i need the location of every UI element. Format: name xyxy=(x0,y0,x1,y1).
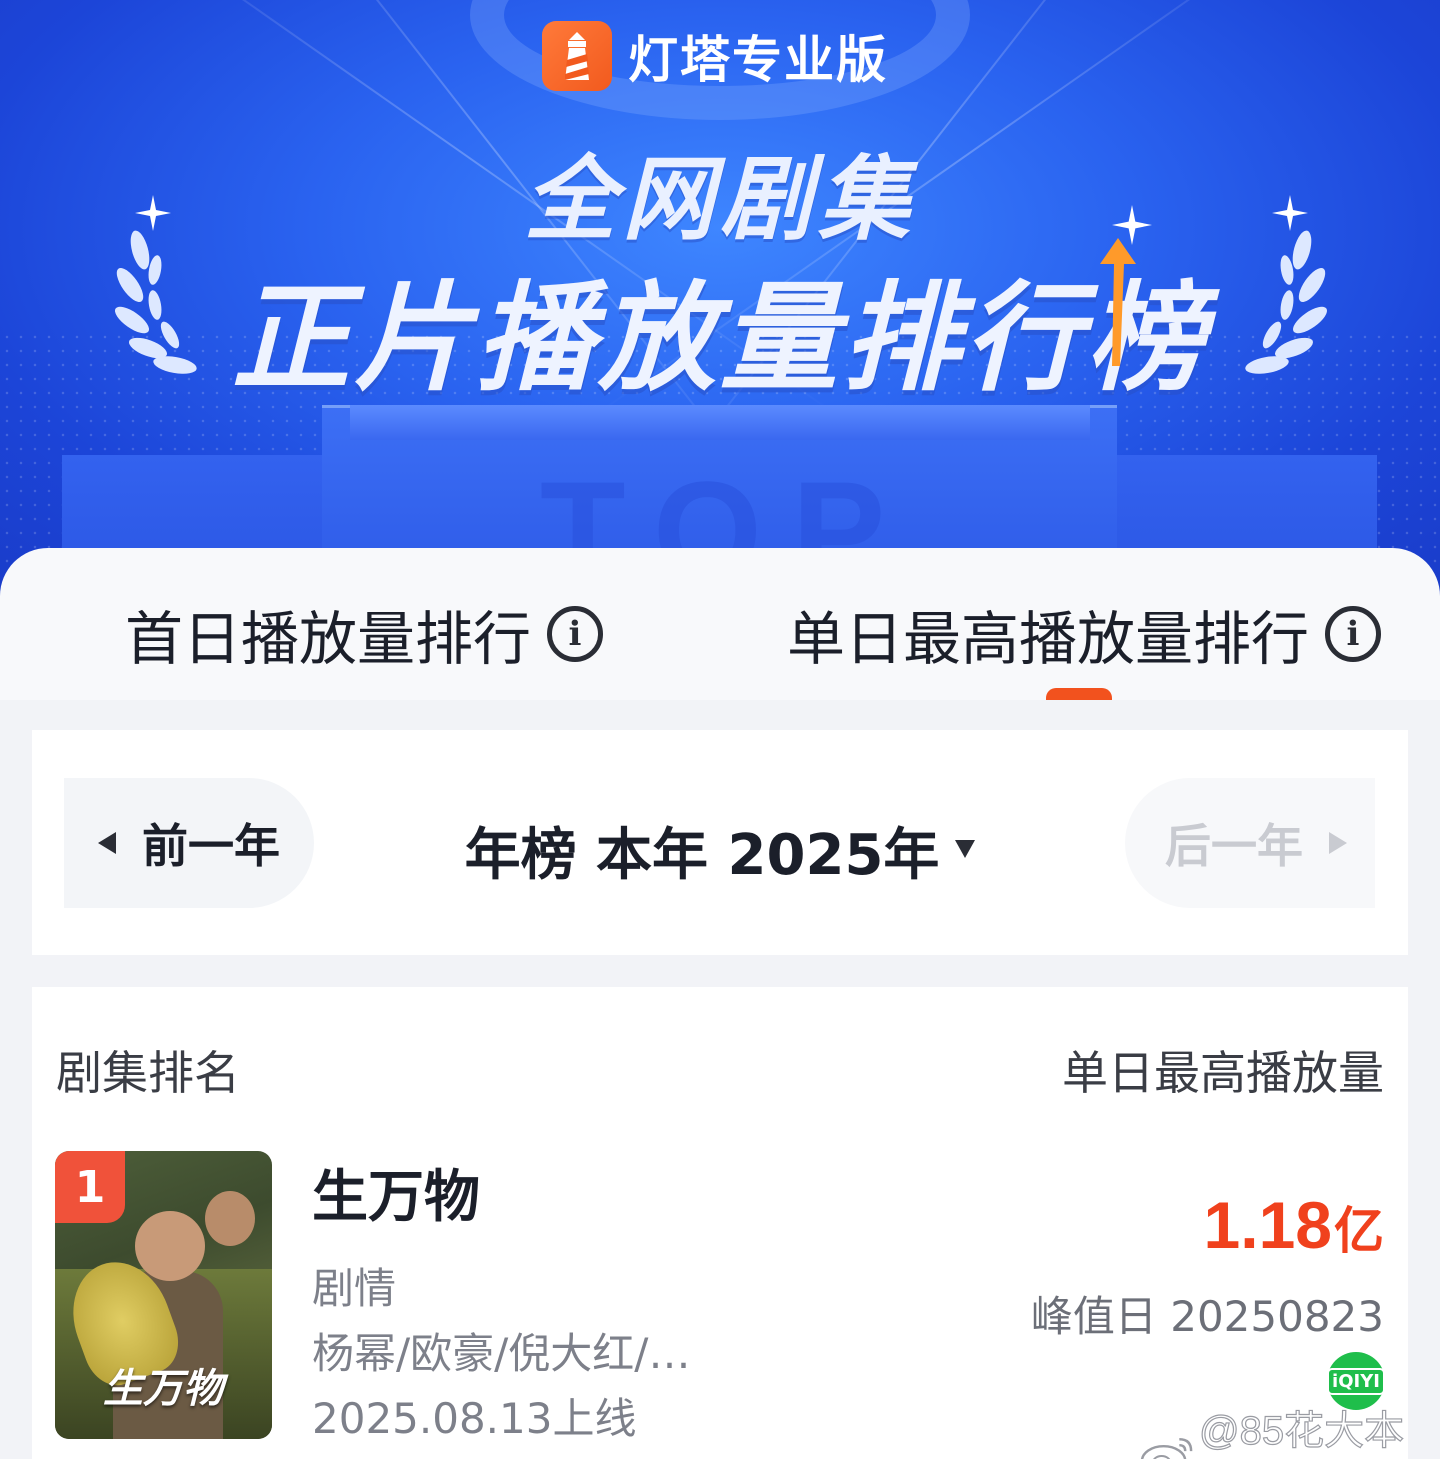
banner-title-line2: 正片播放量排行榜 xyxy=(231,269,1208,407)
show-genre: 剧情 xyxy=(312,1264,397,1313)
info-icon[interactable]: i xyxy=(1325,606,1382,662)
caret-down-icon xyxy=(955,839,976,858)
next-year-button[interactable]: 后一年 xyxy=(1125,778,1375,908)
show-cast: 杨幂/欧豪/倪大红/… xyxy=(312,1329,691,1378)
poster-title: 生万物 xyxy=(103,1366,223,1412)
app-logo: 灯塔专业版 xyxy=(542,20,888,92)
poster-figure xyxy=(205,1191,255,1246)
sparkle-icon xyxy=(135,195,171,231)
platform-badge-text: iQIYI xyxy=(1327,1367,1385,1395)
ranking-tabs: 首日播放量排行 i 单日最高播放量排行 i xyxy=(0,548,1440,700)
show-poster[interactable]: 生万物 1 xyxy=(55,1151,272,1439)
active-tab-indicator xyxy=(1046,688,1112,700)
year-selector: 前一年 年榜 本年 2025年 后一年 xyxy=(32,730,1408,955)
peak-day: 峰值日 20250823 xyxy=(1030,1292,1384,1341)
column-header-rank: 剧集排名 xyxy=(56,1046,240,1100)
tab-single-day-peak-ranking[interactable]: 单日最高播放量排行 i xyxy=(787,592,1382,676)
rank-badge: 1 xyxy=(55,1151,125,1223)
caret-right-icon xyxy=(1329,832,1347,854)
play-count-number: 1.18 xyxy=(1203,1188,1332,1262)
play-count-unit: 亿 xyxy=(1334,1202,1384,1260)
watermark-text: @85花大本营 xyxy=(1198,1408,1405,1453)
lighthouse-icon xyxy=(542,21,612,91)
sparkle-icon xyxy=(1272,195,1308,231)
watermark: @85花大本营 xyxy=(1140,1398,1440,1459)
banner-title-line1: 全网剧集 xyxy=(523,146,916,253)
app-name: 灯塔专业版 xyxy=(628,31,888,89)
ranking-banner: TOP 灯塔专业版 全网剧集 正片播放量排行榜 xyxy=(0,0,1440,600)
column-header-value: 单日最高播放量 xyxy=(1062,1046,1384,1100)
tab-label: 单日最高播放量排行 xyxy=(787,605,1310,673)
sparkle-icon xyxy=(1112,205,1152,245)
orange-arrow-icon xyxy=(1100,238,1136,366)
show-release-date: 2025.08.13上线 xyxy=(312,1394,637,1443)
next-year-label: 后一年 xyxy=(1165,819,1303,873)
info-icon[interactable]: i xyxy=(547,606,604,662)
tab-label: 首日播放量排行 xyxy=(125,605,532,673)
weibo-icon xyxy=(1140,1438,1193,1459)
tab-first-day-ranking[interactable]: 首日播放量排行 i xyxy=(125,592,604,676)
show-title[interactable]: 生万物 xyxy=(312,1152,480,1233)
current-year-label: 年榜 本年 2025年 xyxy=(464,823,940,888)
peak-play-count: 1.18 亿 xyxy=(1204,1187,1384,1263)
poster-figure xyxy=(135,1211,205,1281)
ranking-list: 剧集排名 单日最高播放量 生万物 1 生万物 剧情 杨幂/欧豪/倪大红/… 20… xyxy=(32,987,1408,1459)
